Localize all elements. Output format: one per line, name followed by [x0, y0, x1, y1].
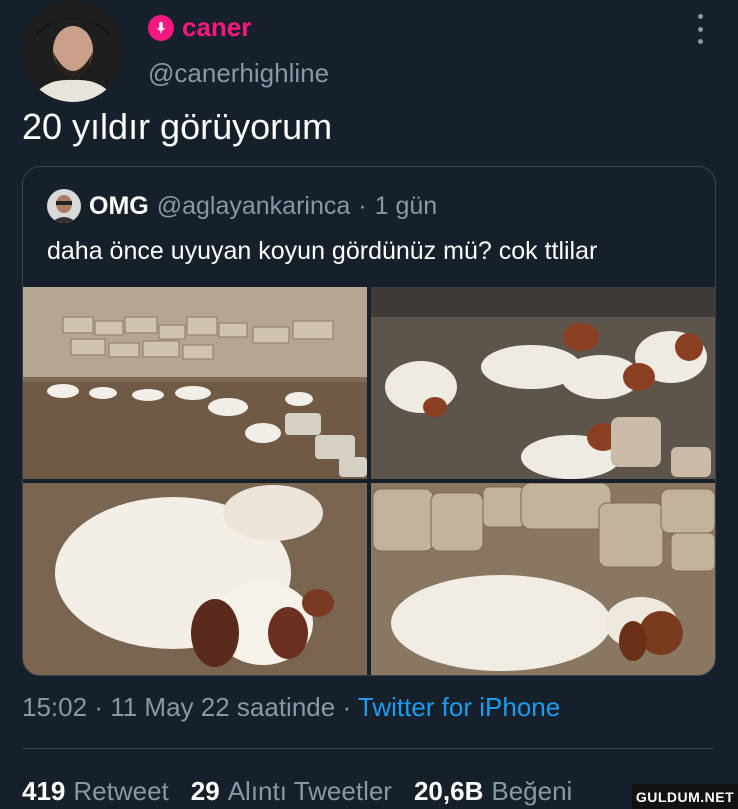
author-name-row: caner — [148, 12, 251, 43]
quoted-tweet-card[interactable]: OMG @aglayankarinca · 1 gün daha önce uy… — [22, 166, 716, 676]
media-photo-2[interactable] — [371, 287, 715, 479]
media-grid — [23, 287, 715, 675]
media-photo-3[interactable] — [23, 483, 367, 675]
quoted-display-name[interactable]: OMG — [89, 192, 149, 221]
media-photo-1[interactable] — [23, 287, 367, 479]
media-photo-4[interactable] — [371, 483, 715, 675]
tweet-source-link[interactable]: Twitter for iPhone — [358, 692, 560, 722]
quotes-count: 29 — [190, 776, 220, 806]
author-avatar[interactable] — [22, 0, 124, 102]
quoted-age[interactable]: 1 gün — [375, 192, 438, 221]
quotes-stat[interactable]: 29 Alıntı Tweetler — [191, 776, 392, 807]
divider — [22, 748, 714, 749]
quoted-tweet-text: daha önce uyuyan koyun gördünüz mü? cok … — [47, 237, 598, 265]
quoted-tweet-header: OMG @aglayankarinca · 1 gün — [47, 189, 437, 223]
retweets-label: Retweet — [73, 776, 169, 806]
meta-separator-2: · — [342, 692, 352, 722]
more-options-icon[interactable] — [692, 14, 708, 44]
quoted-separator: · — [358, 191, 367, 220]
watermark-logo: GULDUM.NET — [632, 784, 738, 809]
tweet-text: 20 yıldır görüyorum — [22, 106, 333, 147]
retweets-stat[interactable]: 419 Retweet — [22, 776, 169, 807]
retweets-count: 419 — [22, 776, 66, 806]
likes-count: 20,6B — [413, 776, 484, 806]
tweet-stats: 419 Retweet 29 Alıntı Tweetler 20,6B Beğeni — [22, 776, 572, 807]
quoted-handle[interactable]: @aglayankarinca — [157, 192, 351, 221]
tweet-meta: 15:02 · 11 May 22 saatinde · Twitter for… — [22, 692, 560, 723]
microphone-icon — [148, 14, 174, 41]
author-display-name[interactable]: caner — [182, 12, 251, 43]
quotes-label: Alıntı Tweetler — [227, 776, 392, 806]
tweet-date[interactable]: 11 May 22 saatinde — [110, 692, 335, 722]
quoted-author-avatar — [47, 189, 81, 223]
meta-separator-1: · — [94, 692, 103, 722]
tweet-time[interactable]: 15:02 — [22, 692, 87, 722]
likes-stat[interactable]: 20,6B Beğeni — [414, 776, 572, 807]
likes-label: Beğeni — [491, 776, 573, 806]
author-handle[interactable]: @canerhighline — [148, 58, 329, 89]
